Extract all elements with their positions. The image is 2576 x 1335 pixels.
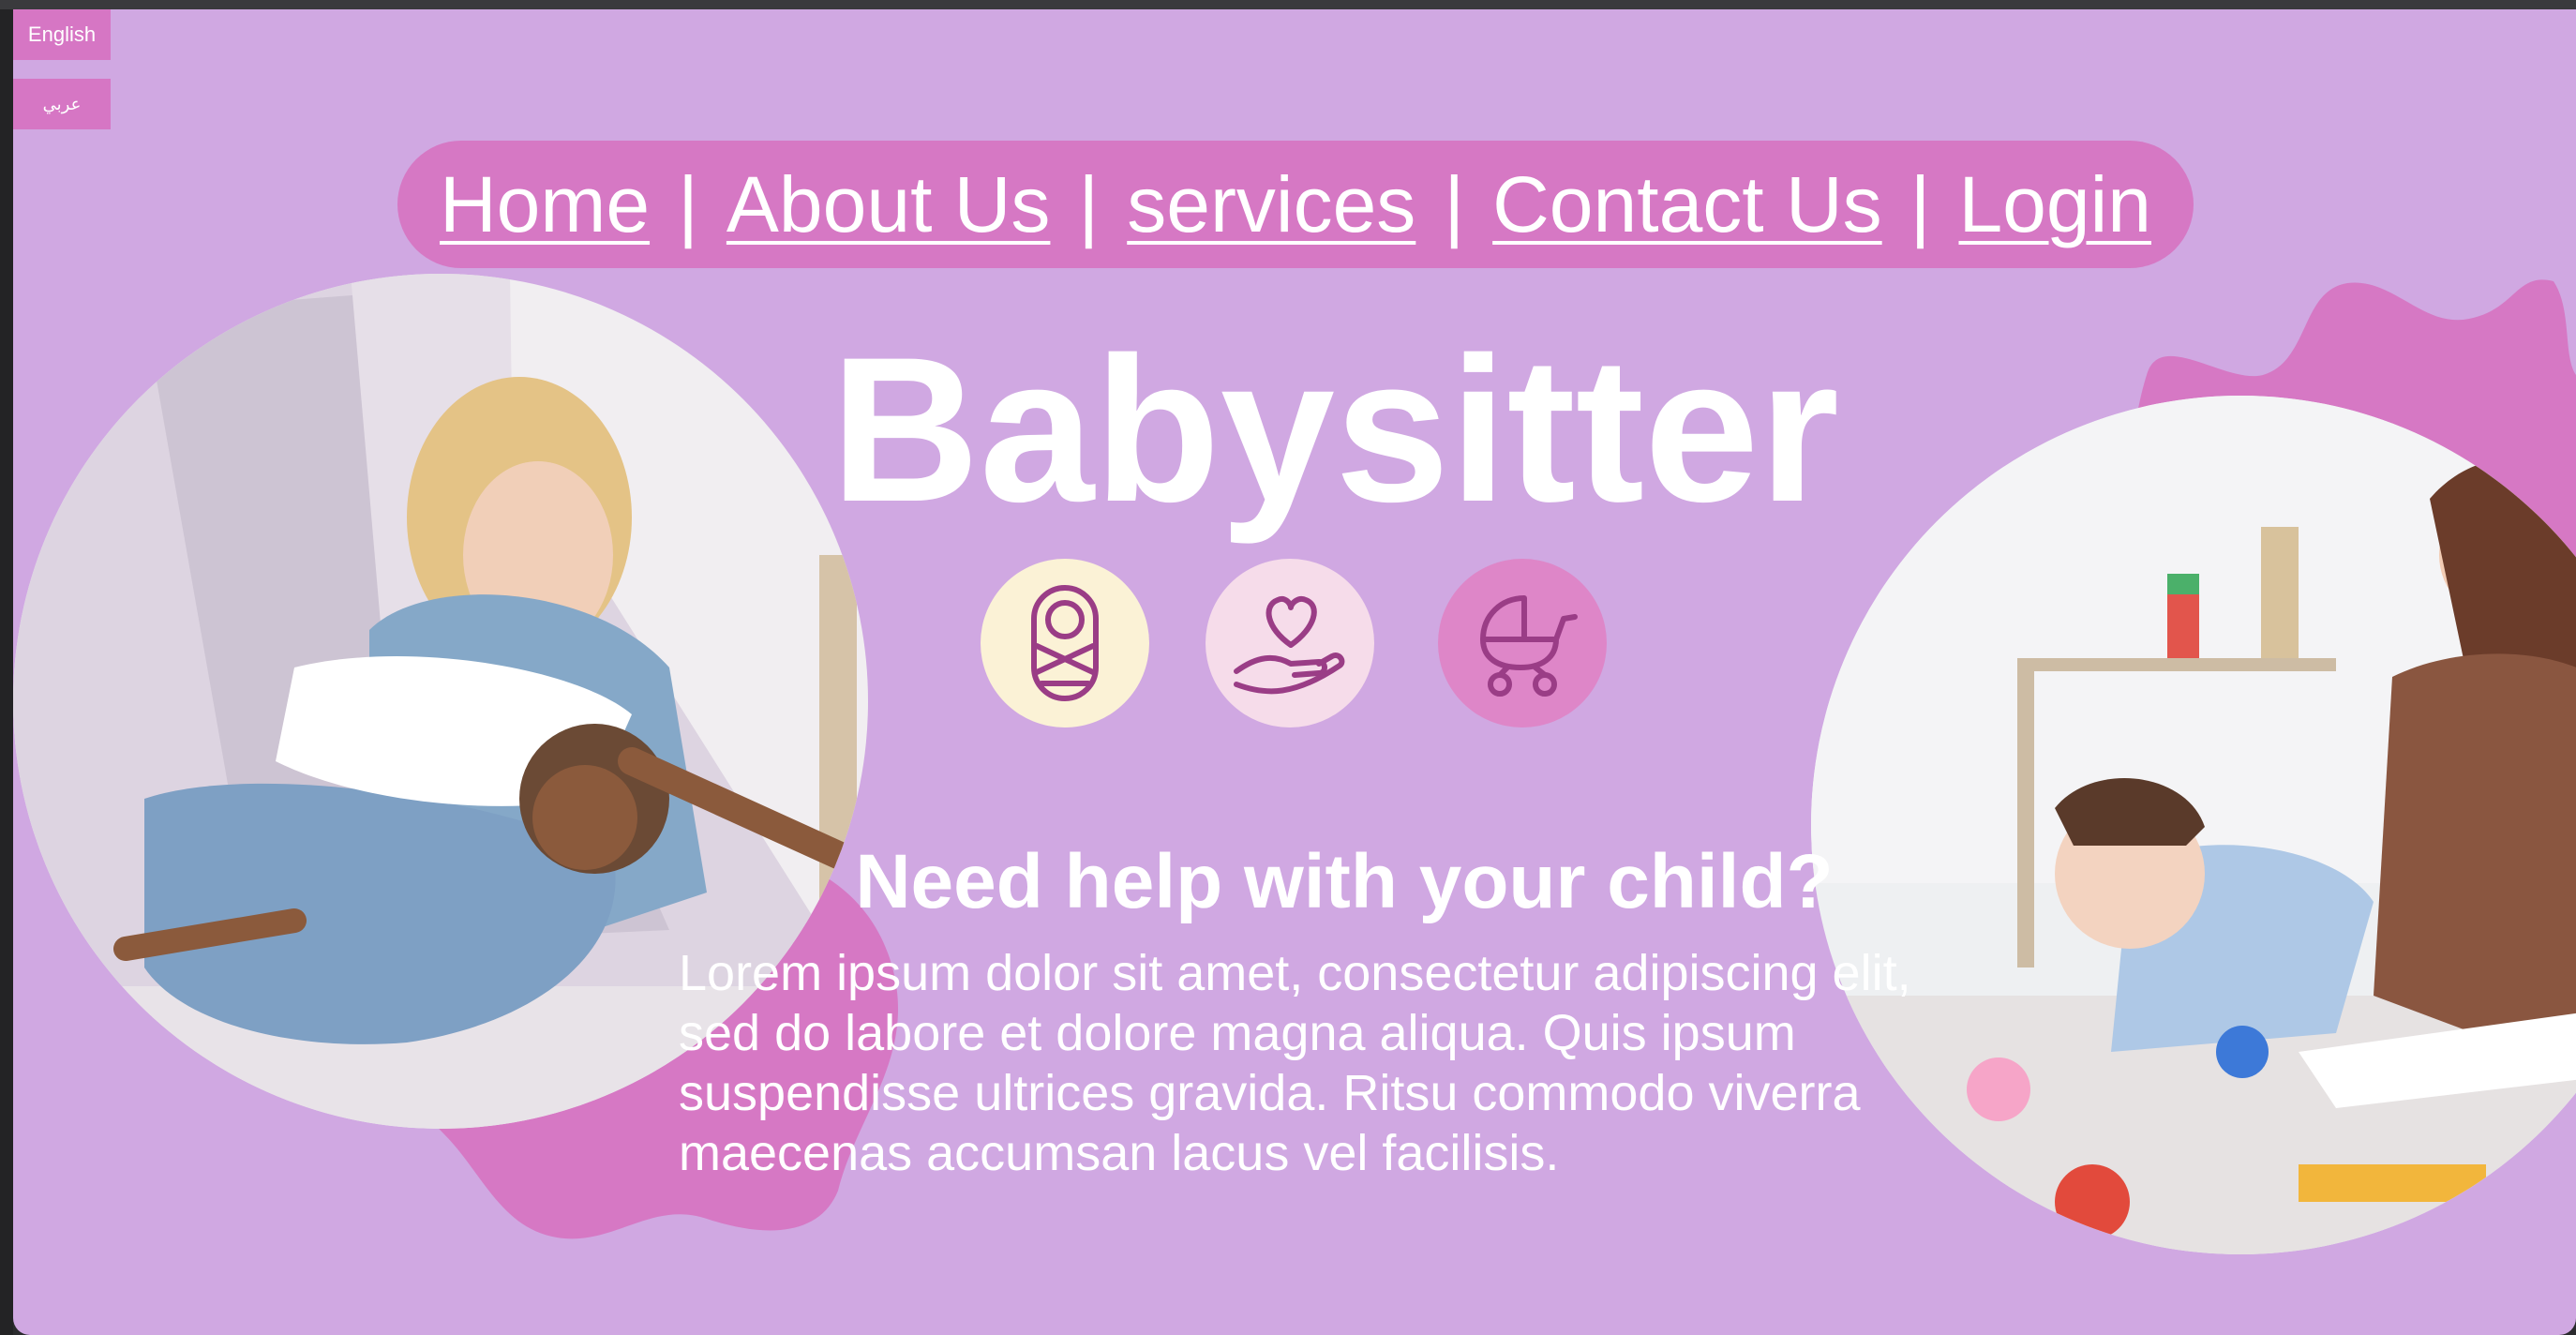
heart-in-hand-icon-circle xyxy=(1206,559,1374,728)
baby-stroller-icon xyxy=(1480,595,1578,697)
baby-stroller-icon-circle xyxy=(1438,559,1607,728)
swaddled-baby-icon-circle xyxy=(981,559,1149,728)
main-navigation: Home | About Us | services | Contact Us … xyxy=(397,141,2194,268)
arabic-language-button[interactable]: عربي xyxy=(13,79,111,129)
nav-link-home[interactable]: Home xyxy=(440,159,650,250)
editor-side-strip xyxy=(0,9,13,1335)
english-language-button[interactable]: English xyxy=(13,9,111,60)
hero-subtitle: Need help with your child? xyxy=(855,839,1834,924)
nav-link-contact-us[interactable]: Contact Us xyxy=(1492,159,1882,250)
nav-link-about-us[interactable]: About Us xyxy=(726,159,1051,250)
nav-separator: | xyxy=(678,159,698,248)
browser-top-bar xyxy=(0,0,2576,9)
hero-title: Babysitter xyxy=(831,314,1839,545)
hero-description: Lorem ipsum dolor sit amet, consectetur … xyxy=(679,945,1911,1181)
page: English عربي Home | About Us | services … xyxy=(13,9,2576,1335)
heart-in-hand-icon xyxy=(1234,596,1345,695)
nav-separator: | xyxy=(1078,159,1100,248)
nav-link-login[interactable]: Login xyxy=(1958,159,2151,250)
nav-link-services[interactable]: services xyxy=(1127,159,1415,250)
nav-separator: | xyxy=(1444,159,1465,248)
nav-separator: | xyxy=(1910,159,1931,248)
swaddled-baby-icon xyxy=(1031,585,1099,701)
